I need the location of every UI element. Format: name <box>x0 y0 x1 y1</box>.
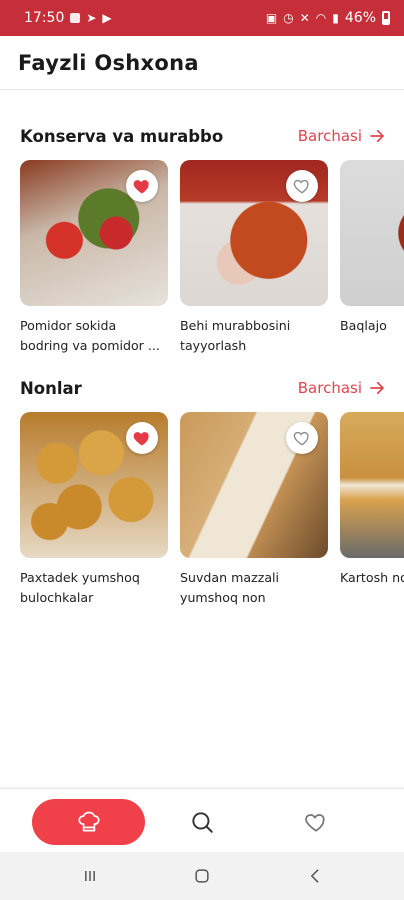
nav-home-button[interactable] <box>32 799 145 845</box>
heart-outline-icon <box>293 431 309 446</box>
nav-search-button[interactable] <box>180 799 224 845</box>
recipe-card[interactable]: Pomidor sokida bodring va pomidor ... <box>20 160 168 356</box>
youtube-icon: ▶ <box>102 11 112 25</box>
recipe-image <box>20 160 168 306</box>
telegram-icon: ➤ <box>86 11 97 25</box>
back-button[interactable] <box>304 864 328 888</box>
recipe-image <box>340 412 404 558</box>
recipe-image <box>20 412 168 558</box>
section-title: Konserva va murabbo <box>20 126 224 146</box>
section-title: Nonlar <box>20 378 82 398</box>
recipe-card[interactable]: Paxtadek yumshoq bulochkalar <box>20 412 168 608</box>
recipe-title: Baqlajo <box>340 318 387 333</box>
recipe-image <box>180 160 328 306</box>
recipe-image <box>340 160 404 306</box>
recipe-card[interactable]: Kartosh non <box>340 412 404 588</box>
recipe-carousel-breads[interactable]: Paxtadek yumshoq bulochkalar Suvdan mazz… <box>20 412 404 612</box>
recipe-title: Behi murabbosini tayyorlash <box>180 318 291 353</box>
recipe-title: Paxtadek yumshoq bulochkalar <box>20 570 140 605</box>
see-all-label: Barchasi <box>297 379 362 397</box>
recipe-card[interactable]: Baqlajo <box>340 160 404 336</box>
favorite-button[interactable] <box>286 422 318 454</box>
arrow-right-icon <box>370 381 384 395</box>
home-icon <box>195 869 209 883</box>
recent-apps-button[interactable] <box>78 864 102 888</box>
see-all-link[interactable]: Barchasi <box>298 127 386 145</box>
heart-icon <box>305 814 325 832</box>
home-button[interactable] <box>190 864 214 888</box>
arrow-right-icon <box>370 129 384 143</box>
nav-favorites-button[interactable] <box>294 799 338 845</box>
heart-filled-icon <box>133 432 149 446</box>
recipe-title: Kartosh non <box>340 570 404 585</box>
recipe-title: Suvdan mazzali yumshoq non <box>180 570 280 605</box>
back-icon <box>310 869 319 883</box>
status-time: 17:50 <box>24 10 65 26</box>
recent-apps-icon <box>85 871 95 881</box>
battery-percent: 46% <box>344 10 376 26</box>
recipe-carousel-preserves[interactable]: Pomidor sokida bodring va pomidor ... Be… <box>20 160 404 360</box>
status-bar: 17:50 ➤ ▶ ▣ ◷ ✕ ◠ ▮ 46% <box>0 0 404 36</box>
favorite-button[interactable] <box>126 170 158 202</box>
heart-filled-icon <box>133 180 149 194</box>
favorite-button[interactable] <box>126 422 158 454</box>
lock-icon: ▣ <box>265 11 278 25</box>
app-title: Fayzli Oshxona <box>18 50 199 75</box>
favorite-button[interactable] <box>286 170 318 202</box>
battery-icon <box>382 11 390 25</box>
wifi-icon: ◠ <box>315 11 327 25</box>
recipe-image <box>180 412 328 558</box>
recipe-card[interactable]: Behi murabbosini tayyorlash <box>180 160 328 356</box>
recipe-title: Pomidor sokida bodring va pomidor ... <box>20 318 160 353</box>
chef-hat-icon <box>77 811 100 832</box>
alarm-icon: ◷ <box>283 11 294 25</box>
recipe-card[interactable]: Suvdan mazzali yumshoq non <box>180 412 328 608</box>
section-header-preserves: Konserva va murabbo Barchasi <box>20 123 386 149</box>
heart-outline-icon <box>293 179 309 194</box>
gallery-icon <box>70 13 81 23</box>
bottom-navigation <box>0 788 404 853</box>
search-icon <box>192 812 213 833</box>
system-navigation-bar <box>0 852 404 900</box>
signal-icon: ▮ <box>332 11 339 25</box>
see-all-link[interactable]: Barchasi <box>298 379 386 397</box>
app-bar: Fayzli Oshxona <box>0 36 404 90</box>
section-header-breads: Nonlar Barchasi <box>20 375 386 401</box>
mute-icon: ✕ <box>299 11 310 25</box>
see-all-label: Barchasi <box>297 127 362 145</box>
